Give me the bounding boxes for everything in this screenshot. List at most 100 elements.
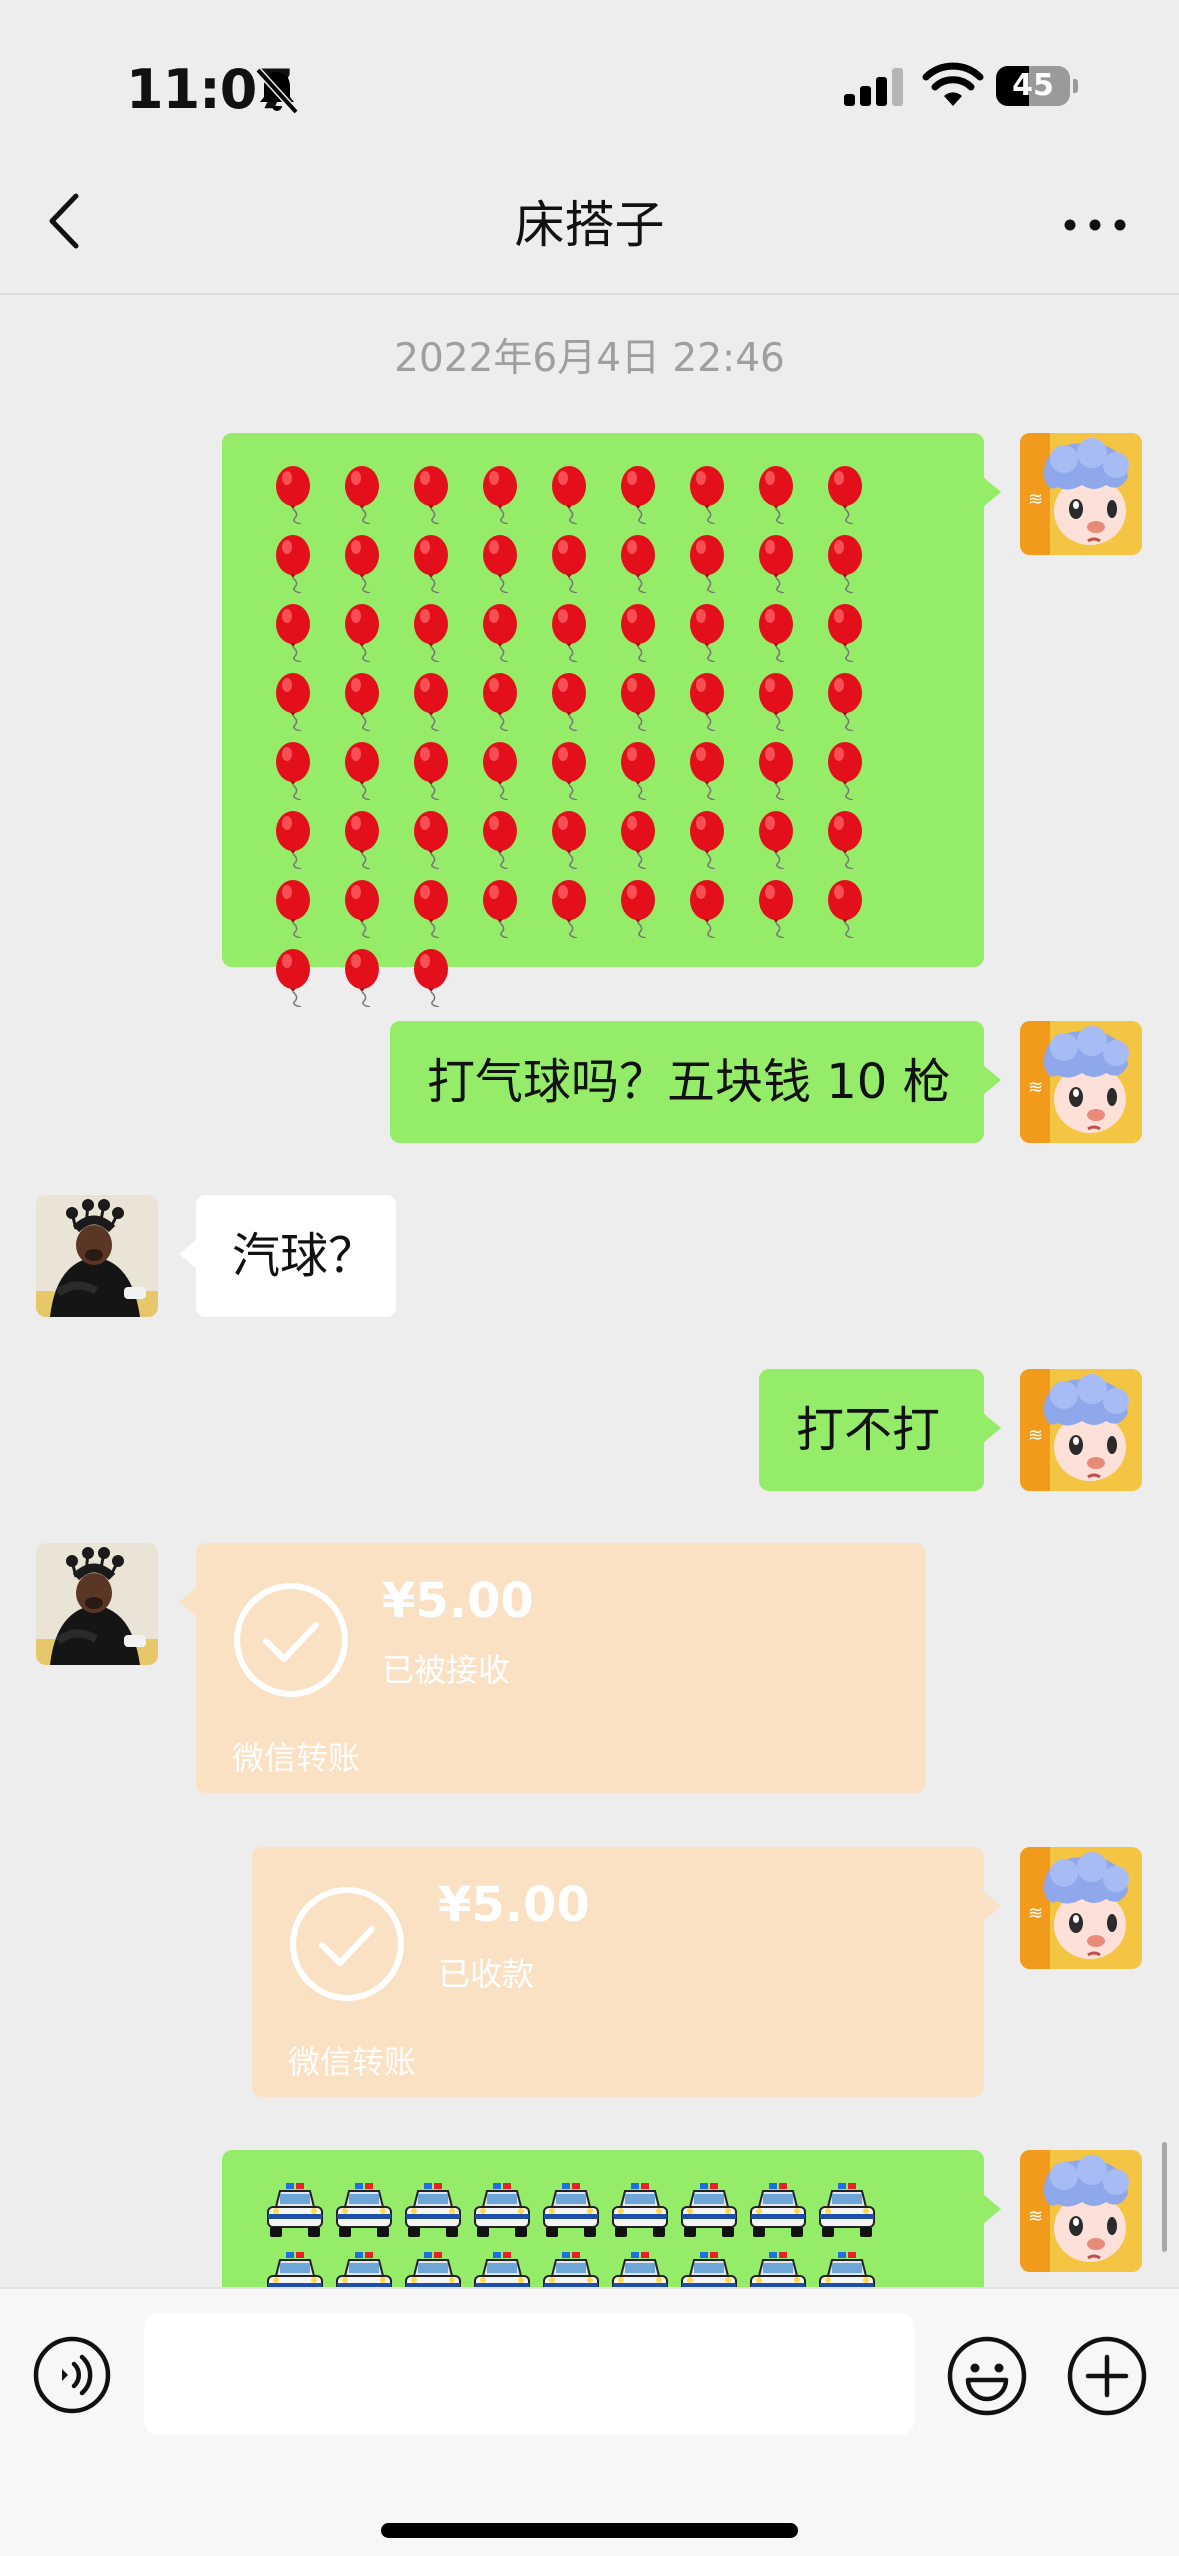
photo-avatar-icon	[36, 1195, 158, 1317]
police-car-icon	[749, 2182, 806, 2237]
police-car-icon	[542, 2182, 599, 2237]
balloon-icon	[344, 672, 379, 731]
emoji-cell	[260, 873, 329, 942]
emoji-cell	[329, 942, 398, 1011]
police-car-icon	[611, 2182, 668, 2237]
message-bubble[interactable]: 汽球？	[179, 1195, 396, 1317]
wifi-icon	[922, 62, 984, 106]
emoji-cell	[674, 459, 743, 528]
message-input[interactable]	[144, 2313, 914, 2435]
home-indicator[interactable]	[381, 2523, 798, 2538]
balloon-icon	[689, 810, 724, 869]
balloon-icon	[344, 948, 379, 1007]
emoji-cell	[398, 735, 467, 804]
police-car-icon	[335, 2251, 392, 2287]
voice-icon[interactable]	[32, 2335, 112, 2415]
avatar-self[interactable]: ≋	[1020, 1847, 1142, 1969]
input-bar	[0, 2287, 1179, 2556]
more-dots-icon[interactable]	[1060, 210, 1130, 240]
emoji-cell	[812, 666, 881, 735]
emoji-cell	[812, 597, 881, 666]
police-car-icon	[818, 2251, 875, 2287]
emoji-cell	[467, 459, 536, 528]
emoji-cell	[536, 735, 605, 804]
message-bubble[interactable]: 打不打	[759, 1369, 1001, 1491]
emoji-cell	[812, 735, 881, 804]
balloon-icon	[620, 672, 655, 731]
transfer-card[interactable]: ¥5.00 已收款 微信转账	[252, 1847, 1001, 2097]
transfer-label: 微信转账	[288, 2043, 417, 2081]
transfer-card[interactable]: ¥5.00 已被接收 微信转账	[179, 1543, 926, 1793]
balloon-icon	[827, 810, 862, 869]
emoji-cell	[605, 804, 674, 873]
emoji-cell	[260, 528, 329, 597]
balloon-icon	[551, 534, 586, 593]
balloon-icon	[482, 534, 517, 593]
message-text: 汽球？	[232, 1228, 377, 1284]
balloon-icon	[551, 810, 586, 869]
emoji-cell	[743, 666, 812, 735]
emoji-cell	[329, 528, 398, 597]
emoji-cell	[329, 873, 398, 942]
balloon-icon	[482, 810, 517, 869]
balloon-icon	[275, 603, 310, 662]
check-circle-icon	[234, 1583, 348, 1697]
balloon-icon	[620, 465, 655, 524]
emoji-cell	[398, 528, 467, 597]
chat-area[interactable]: 2022年6月4日 22:46 ≋ 打气球吗？五块钱 10 枪 ≋ 汽球？ 打不…	[0, 297, 1179, 2287]
emoji-cell	[260, 735, 329, 804]
avatar-other[interactable]	[36, 1195, 158, 1317]
balloon-icon	[275, 948, 310, 1007]
police-car-icon	[266, 2251, 323, 2287]
police-car-icon	[404, 2251, 461, 2287]
emoji-cell	[536, 804, 605, 873]
balloon-icon	[275, 879, 310, 938]
emoji-cell	[467, 735, 536, 804]
balloon-icon	[482, 672, 517, 731]
avatar-self[interactable]: ≋	[1020, 1021, 1142, 1143]
police-car-icon	[266, 2182, 323, 2237]
cartoon-avatar-icon: ≋	[1020, 1021, 1142, 1143]
emoji-grid	[260, 2176, 920, 2287]
balloon-icon	[620, 534, 655, 593]
avatar-self[interactable]: ≋	[1020, 1369, 1142, 1491]
avatar-self[interactable]: ≋	[1020, 2150, 1142, 2272]
emoji-cell	[536, 597, 605, 666]
message-bubble[interactable]: 打气球吗？五块钱 10 枪	[390, 1021, 1001, 1143]
balloon-icon	[344, 534, 379, 593]
message-bubble-balloons[interactable]	[222, 433, 1001, 1007]
balloon-icon	[413, 741, 448, 800]
emoji-cell	[674, 2176, 743, 2245]
avatar-self[interactable]: ≋	[1020, 433, 1142, 555]
emoji-cell	[260, 459, 329, 528]
avatar-other[interactable]	[36, 1543, 158, 1665]
police-car-icon	[680, 2251, 737, 2287]
emoji-cell	[743, 873, 812, 942]
balloon-icon	[551, 879, 586, 938]
balloon-icon	[551, 603, 586, 662]
balloon-icon	[758, 879, 793, 938]
emoji-cell	[536, 666, 605, 735]
police-car-icon	[749, 2251, 806, 2287]
emoji-cell	[398, 666, 467, 735]
police-car-icon	[335, 2182, 392, 2237]
scroll-indicator[interactable]	[1162, 2142, 1167, 2252]
check-circle-icon	[290, 1887, 404, 2001]
balloon-icon	[551, 741, 586, 800]
emoji-cell	[467, 597, 536, 666]
signal-icon	[844, 68, 903, 106]
emoji-cell	[260, 942, 329, 1011]
emoji-cell	[605, 2176, 674, 2245]
emoji-cell	[398, 942, 467, 1011]
message-bubble-police-cars[interactable]	[222, 2150, 1001, 2287]
emoji-cell	[812, 2245, 881, 2287]
emoji-face-icon[interactable]	[946, 2335, 1028, 2417]
plus-icon[interactable]	[1066, 2335, 1148, 2417]
emoji-cell	[260, 2176, 329, 2245]
emoji-cell	[260, 597, 329, 666]
emoji-cell	[398, 2245, 467, 2287]
balloon-icon	[275, 810, 310, 869]
cartoon-avatar-icon: ≋	[1020, 433, 1142, 555]
emoji-cell	[812, 528, 881, 597]
emoji-cell	[743, 735, 812, 804]
